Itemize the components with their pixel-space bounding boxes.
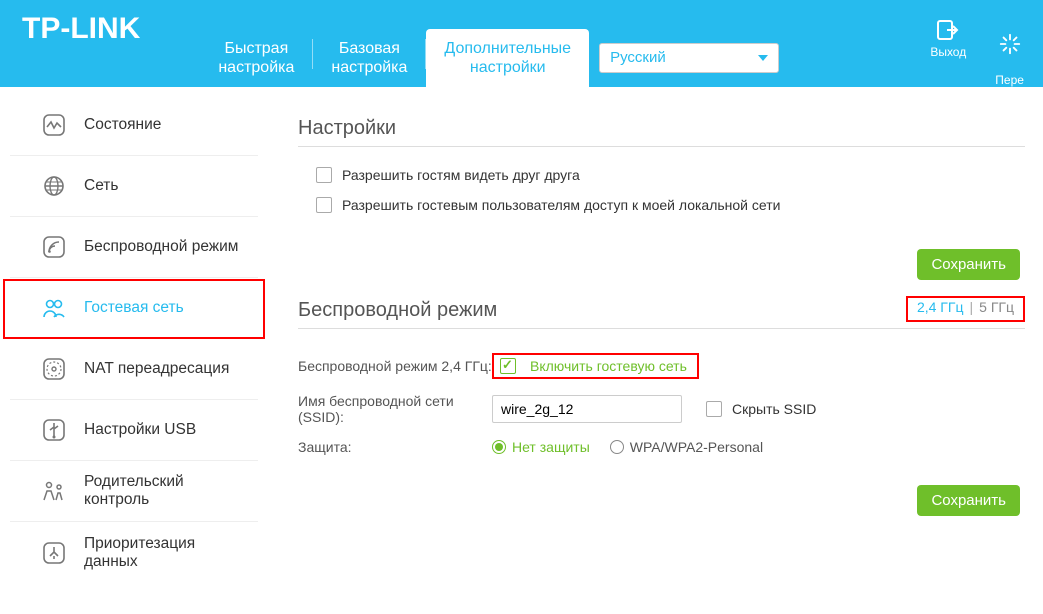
status-icon [42, 113, 66, 137]
globe-icon [42, 174, 66, 198]
band-5ghz-tab[interactable]: 5 ГГц [979, 299, 1014, 315]
header: TP-LINK Быстрая настройка Базовая настро… [0, 0, 1043, 87]
main-tabs: Быстрая настройка Базовая настройка Допо… [200, 0, 779, 87]
section-title-wireless: Беспроводной режим [298, 299, 497, 322]
enable-highlight: Включить гостевую сеть [492, 353, 699, 379]
sidebar-item-usb[interactable]: Настройки USB [10, 400, 258, 461]
hide-ssid-checkbox[interactable]: Скрыть SSID [706, 401, 816, 417]
reboot-icon [997, 32, 1023, 56]
sidebar-item-network[interactable]: Сеть [10, 156, 258, 217]
sidebar-item-label: Родительский контроль [84, 473, 234, 509]
language-select[interactable]: Русский [599, 43, 779, 73]
security-none-radio[interactable]: Нет защиты [492, 439, 590, 455]
band-separator: | [970, 299, 974, 315]
sidebar-item-wireless[interactable]: Беспроводной режим [10, 217, 258, 278]
tab-basic[interactable]: Базовая настройка [313, 29, 425, 87]
checkbox-icon [706, 401, 722, 417]
guest-icon [42, 296, 66, 320]
sidebar-item-status[interactable]: Состояние [10, 95, 258, 156]
logout-label: Выход [930, 45, 966, 59]
sidebar-item-qos[interactable]: Приоритезация данных [10, 522, 258, 583]
logo: TP-LINK [22, 12, 140, 46]
band-tabs: 2,4 ГГц | 5 ГГц [912, 299, 1019, 317]
content: Настройки Разрешить гостям видеть друг д… [268, 87, 1043, 614]
parental-icon [42, 479, 66, 503]
sidebar-item-label: NAT переадресация [84, 360, 229, 378]
band-24ghz-tab[interactable]: 2,4 ГГц [917, 299, 964, 315]
checkbox-checked-icon [500, 358, 516, 374]
ssid-label: Имя беспроводной сети (SSID): [298, 393, 492, 425]
language-value: Русский [610, 49, 666, 66]
radio-label: Нет защиты [512, 439, 590, 455]
sidebar-item-label: Состояние [84, 116, 161, 134]
band-tabs-highlight: 2,4 ГГц | 5 ГГц [906, 296, 1025, 322]
sidebar-item-guest-network[interactable]: Гостевая сеть [10, 278, 258, 339]
ssid-input[interactable] [492, 395, 682, 423]
sidebar-item-label: Гостевая сеть [84, 299, 184, 317]
security-label: Защита: [298, 439, 492, 455]
nat-icon [42, 357, 66, 381]
tab-advanced[interactable]: Дополнительные настройки [426, 29, 589, 87]
sidebar-item-label: Приоритезация данных [84, 535, 234, 571]
tab-quick-setup[interactable]: Быстрая настройка [200, 29, 312, 87]
wireless-mode-label: Беспроводной режим 2,4 ГГц: [298, 358, 492, 374]
checkbox-label: Разрешить гостям видеть друг друга [342, 167, 580, 183]
checkbox-icon [316, 167, 332, 183]
wifi-icon [42, 235, 66, 259]
checkbox-label: Разрешить гостевым пользователям доступ … [342, 197, 780, 213]
sidebar-item-nat[interactable]: NAT переадресация [10, 339, 258, 400]
qos-icon [42, 541, 66, 565]
sidebar: Состояние Сеть Беспроводной режим Гостев… [0, 87, 268, 614]
sidebar-item-parental[interactable]: Родительский контроль [10, 461, 258, 522]
save-button-2[interactable]: Сохранить [917, 485, 1020, 516]
save-button[interactable]: Сохранить [917, 249, 1020, 280]
radio-label: WPA/WPA2-Personal [630, 439, 763, 455]
security-wpa-radio[interactable]: WPA/WPA2-Personal [610, 439, 763, 455]
hide-ssid-label: Скрыть SSID [732, 401, 816, 417]
radio-icon [610, 440, 624, 454]
checkbox-icon [316, 197, 332, 213]
chevron-down-icon [758, 55, 768, 61]
logout-icon [935, 18, 961, 42]
sidebar-item-label: Беспроводной режим [84, 238, 238, 256]
usb-icon [42, 418, 66, 442]
section-title-settings: Настройки [298, 117, 1025, 147]
enable-guest-checkbox[interactable]: Включить гостевую сеть [500, 358, 687, 374]
radio-selected-icon [492, 440, 506, 454]
sidebar-item-label: Настройки USB [84, 421, 196, 439]
enable-label: Включить гостевую сеть [530, 358, 687, 374]
allow-lan-access[interactable]: Разрешить гостевым пользователям доступ … [316, 197, 1025, 213]
allow-see-each-other[interactable]: Разрешить гостям видеть друг друга [316, 167, 1025, 183]
sidebar-item-label: Сеть [84, 177, 118, 195]
